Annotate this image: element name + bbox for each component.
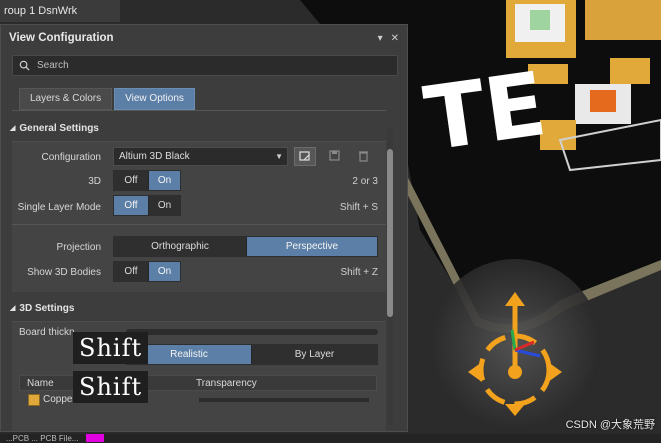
general-settings-header[interactable]: ◢ General Settings <box>10 123 99 134</box>
show-3d-bodies-label: Show 3D Bodies <box>27 267 101 278</box>
projection-toggle: Orthographic Perspective <box>113 236 378 257</box>
projection-orthographic-option[interactable]: Orthographic <box>114 237 246 256</box>
watermark: CSDN @大象荒野 <box>565 419 655 431</box>
row-name: Copper <box>43 394 76 405</box>
document-tab[interactable]: roup 1 DsnWrk <box>0 0 120 22</box>
collapse-triangle-icon: ◢ <box>10 125 16 133</box>
tab-layers-colors[interactable]: Layers & Colors <box>19 88 113 110</box>
chevron-down-icon: ▼ <box>275 152 283 161</box>
board-thickness-slider[interactable] <box>126 329 378 335</box>
3d-shortcut: 2 or 3 <box>352 176 378 187</box>
copper-color-swatch[interactable] <box>28 394 40 406</box>
panel-scrollbar-thumb[interactable] <box>387 149 393 317</box>
projection-perspective-option[interactable]: Perspective <box>246 237 377 256</box>
search-box <box>12 55 398 76</box>
save-configuration-button[interactable] <box>324 147 346 166</box>
save-as-configuration-button[interactable] <box>294 147 316 166</box>
collapse-triangle-icon: ◢ <box>10 305 16 313</box>
3d-settings-header[interactable]: ◢ 3D Settings <box>10 303 74 314</box>
projection-label: Projection <box>56 242 101 253</box>
3d-off-option[interactable]: Off <box>114 171 148 190</box>
edit-config-icon <box>299 151 310 161</box>
show-3d-bodies-shortcut: Shift + Z <box>340 267 378 278</box>
3d-mode-toggle: Realistic By Layer <box>126 344 378 365</box>
pin-icon[interactable]: ▾ <box>378 33 383 44</box>
panel-title: View Configuration <box>9 32 114 44</box>
column-name[interactable]: Name <box>27 378 54 389</box>
configuration-label: Configuration <box>41 152 101 163</box>
panel-tabs: Layers & Colors View Options <box>19 88 197 110</box>
tab-view-options[interactable]: View Options <box>114 88 195 110</box>
3d-on-option[interactable]: On <box>148 171 180 190</box>
panel-header: View Configuration ▾ ✕ <box>1 25 407 51</box>
mode-by-layer-option[interactable]: By Layer <box>251 345 377 364</box>
search-input[interactable] <box>35 59 379 72</box>
show-3d-bodies-off-option[interactable]: Off <box>114 262 148 281</box>
3d-label: 3D <box>88 176 101 187</box>
close-icon[interactable]: ✕ <box>391 33 399 44</box>
configuration-dropdown[interactable]: Altium 3D Black ▼ <box>113 147 288 166</box>
single-layer-off-option[interactable]: Off <box>114 196 148 215</box>
tab-divider <box>12 110 386 111</box>
search-icon <box>19 60 30 71</box>
show-3d-bodies-on-option[interactable]: On <box>148 262 180 281</box>
trash-icon <box>359 151 368 162</box>
save-icon <box>329 150 340 161</box>
column-transparency[interactable]: Transparency <box>196 378 257 389</box>
settings-divider <box>12 224 386 225</box>
keystroke-overlay: Shift <box>73 371 149 403</box>
single-layer-on-option[interactable]: On <box>148 196 180 215</box>
3d-settings-title: 3D Settings <box>19 303 75 314</box>
status-strip-text: ...PCB ... PCB File... <box>6 434 79 443</box>
single-layer-mode-toggle: Off On <box>113 195 181 216</box>
silkscreen-text: TE <box>419 52 552 171</box>
single-layer-shortcut: Shift + S <box>339 202 378 213</box>
show-3d-bodies-toggle: Off On <box>113 261 181 282</box>
single-layer-mode-label: Single Layer Mode <box>17 202 101 213</box>
view-configuration-panel: View Configuration ▾ ✕ Layers & Colors V… <box>0 24 408 432</box>
general-settings-title: General Settings <box>19 123 99 134</box>
transparency-slider[interactable] <box>199 398 369 402</box>
delete-configuration-button[interactable] <box>353 147 375 166</box>
keystroke-overlay: Shift <box>73 332 149 364</box>
3d-toggle: Off On <box>113 170 181 191</box>
layer-color-swatch <box>86 434 105 442</box>
status-strip: ...PCB ... PCB File... <box>0 434 661 443</box>
configuration-value: Altium 3D Black <box>119 151 190 162</box>
